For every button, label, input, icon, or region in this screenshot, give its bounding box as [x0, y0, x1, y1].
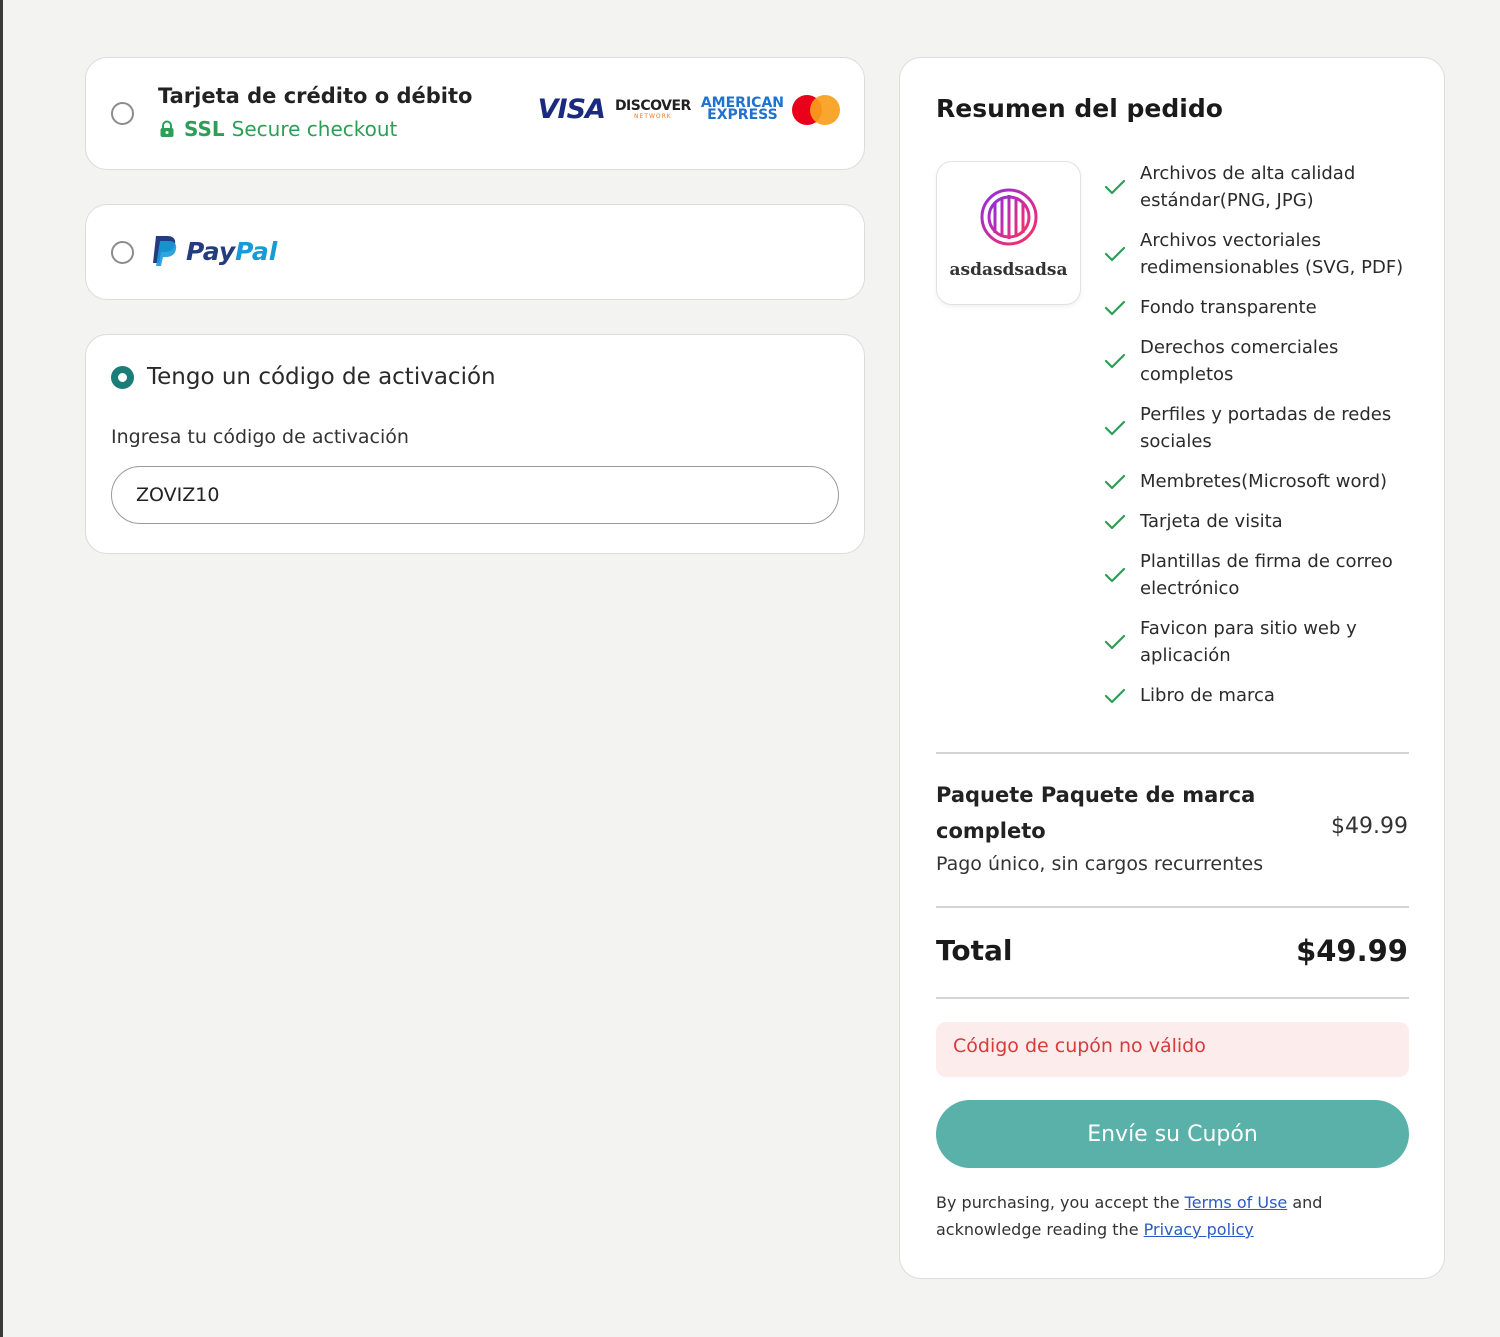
paypal-word-pal: Pal [235, 236, 278, 266]
total-value: $49.99 [1296, 934, 1408, 968]
check-icon [1104, 688, 1126, 703]
ssl-label: SSL [184, 117, 225, 141]
check-icon [1104, 179, 1126, 195]
activation-code-input[interactable] [111, 466, 839, 524]
activation-input-label: Ingresa tu código de activación [111, 426, 409, 448]
paypal-word-pay: Pay [186, 236, 236, 266]
lock-icon [160, 120, 174, 137]
feature-item: Archivos de alta calidad estándar(PNG, J… [1104, 160, 1424, 214]
check-icon [1104, 567, 1126, 583]
feature-text: Archivos de alta calidad estándar(PNG, J… [1140, 163, 1356, 211]
divider [936, 906, 1409, 908]
privacy-policy-link[interactable]: Privacy policy [1144, 1220, 1254, 1239]
divider [936, 997, 1409, 999]
coupon-error-message: Código de cupón no válido [936, 1022, 1409, 1077]
amex-line2: EXPRESS [707, 106, 778, 123]
feature-item: Fondo transparente [1104, 294, 1424, 321]
feature-item: Membretes(Microsoft word) [1104, 468, 1424, 495]
brand-logo-mark [980, 188, 1038, 246]
feature-text: Favicon para sitio web y aplicación [1140, 618, 1357, 666]
feature-item: Tarjeta de visita [1104, 508, 1424, 535]
feature-item: Derechos comerciales completos [1104, 334, 1424, 388]
check-icon [1104, 634, 1126, 650]
package-price: $49.99 [1331, 814, 1408, 839]
feature-text: Derechos comerciales completos [1140, 337, 1339, 385]
ssl-secure-badge: SSL Secure checkout [158, 117, 397, 141]
check-icon [1104, 300, 1126, 315]
amex-logo: AMERICAN EXPRESS [701, 96, 784, 123]
feature-text: Libro de marca [1140, 685, 1275, 706]
feature-text: Archivos vectoriales redimensionables (S… [1140, 230, 1404, 278]
summary-title: Resumen del pedido [936, 94, 1223, 123]
feature-text: Membretes(Microsoft word) [1140, 471, 1388, 492]
feature-item: Favicon para sitio web y aplicación [1104, 615, 1424, 669]
submit-coupon-button[interactable]: Envíe su Cupón [936, 1100, 1409, 1168]
discover-network-text: NETWORK [634, 113, 672, 120]
feature-list: Archivos de alta calidad estándar(PNG, J… [1104, 160, 1424, 722]
paypal-icon [153, 236, 177, 266]
brand-logo-name: asdasdsadsa [949, 260, 1068, 280]
feature-text: Perfiles y portadas de redes sociales [1140, 404, 1392, 452]
mastercard-logo [792, 94, 840, 125]
activation-radio[interactable] [111, 366, 134, 389]
feature-item: Archivos vectoriales redimensionables (S… [1104, 227, 1424, 281]
feature-item: Perfiles y portadas de redes sociales [1104, 401, 1424, 455]
ssl-text: Secure checkout [231, 117, 398, 141]
card-brand-logos: VISA DISCOVER NETWORK AMERICAN EXPRESS [538, 94, 840, 125]
check-icon [1104, 474, 1126, 489]
order-summary: Resumen del pedido asdasdsadsa Archivos … [899, 57, 1445, 1279]
check-icon [1104, 514, 1126, 529]
payment-option-paypal[interactable]: PayPal [85, 204, 865, 300]
package-note: Pago único, sin cargos recurrentes [936, 853, 1264, 875]
legal-notice: By purchasing, you accept the Terms of U… [936, 1189, 1366, 1243]
feature-text: Plantillas de firma de correo electrónic… [1140, 551, 1393, 599]
feature-text: Tarjeta de visita [1140, 511, 1283, 532]
activation-option-title: Tengo un código de activación [147, 364, 496, 390]
discover-text: DISCOVER [614, 98, 691, 114]
discover-logo: DISCOVER NETWORK [615, 99, 691, 120]
check-icon [1104, 246, 1126, 262]
card-radio[interactable] [111, 102, 134, 125]
paypal-radio[interactable] [111, 241, 134, 264]
card-option-title: Tarjeta de crédito o débito [158, 84, 473, 108]
brand-logo-preview: asdasdsadsa [936, 161, 1081, 305]
feature-item: Libro de marca [1104, 682, 1424, 709]
total-label: Total [936, 934, 1013, 967]
paypal-logo: PayPal [150, 235, 277, 267]
check-icon [1104, 353, 1126, 369]
legal-prefix: By purchasing, you accept the [936, 1193, 1180, 1212]
visa-logo: VISA [537, 94, 606, 125]
feature-item: Plantillas de firma de correo electrónic… [1104, 548, 1424, 602]
terms-of-use-link[interactable]: Terms of Use [1185, 1193, 1288, 1212]
payment-option-card[interactable]: Tarjeta de crédito o débito SSL Secure c… [85, 57, 865, 170]
package-name: Paquete Paquete de marca completo [936, 783, 1256, 843]
feature-text: Fondo transparente [1140, 297, 1317, 318]
divider [936, 752, 1409, 754]
payment-option-activation-code[interactable]: Tengo un código de activación Ingresa tu… [85, 334, 865, 554]
check-icon [1104, 420, 1126, 436]
checkout-page: Tarjeta de crédito o débito SSL Secure c… [0, 0, 1500, 1337]
